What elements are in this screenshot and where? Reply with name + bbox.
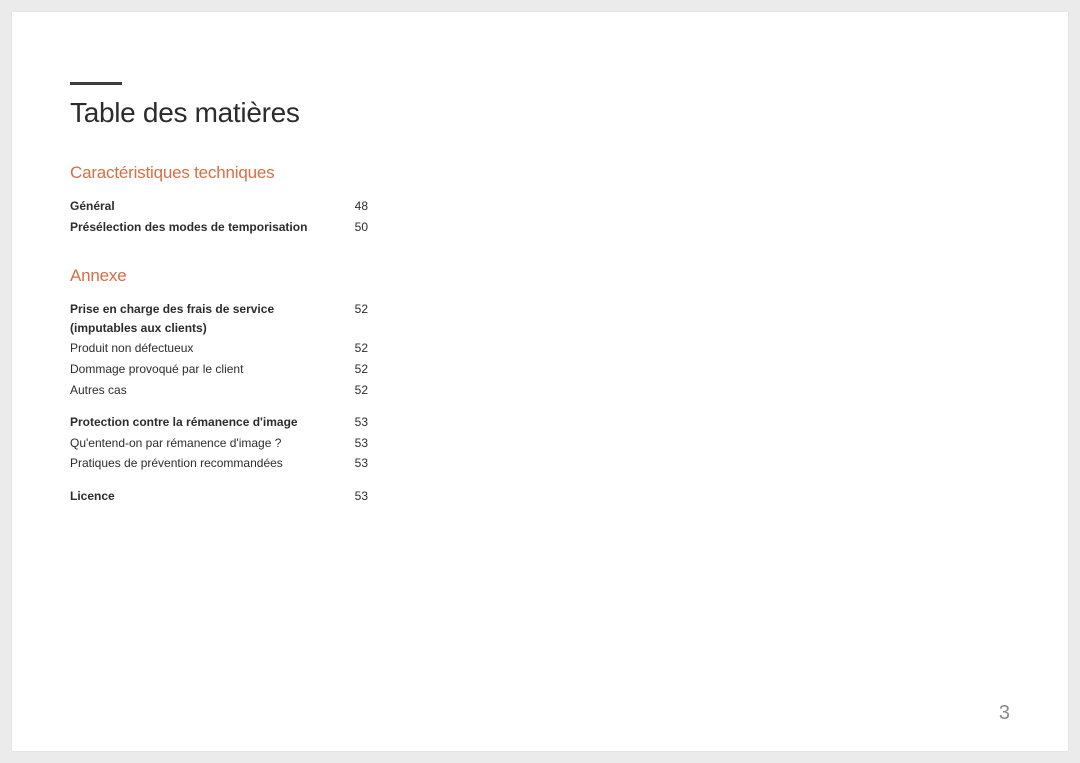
toc-entry[interactable]: Protection contre la rémanence d'image 5… xyxy=(70,411,368,432)
toc-entry[interactable]: Pratiques de prévention recommandées 53 xyxy=(70,452,368,473)
toc-section-heading: Annexe xyxy=(70,266,368,286)
toc-group: Protection contre la rémanence d'image 5… xyxy=(70,411,368,473)
toc-entry-page: 53 xyxy=(350,413,368,432)
toc-entry-label: Présélection des modes de temporisation xyxy=(70,218,350,237)
toc-entry-label: Qu'entend-on par rémanence d'image ? xyxy=(70,434,350,453)
toc-entry-label: Pratiques de prévention recommandées xyxy=(70,454,350,473)
toc-entry-page: 53 xyxy=(350,454,368,473)
toc-entry[interactable]: Général 48 xyxy=(70,195,368,216)
toc-entry-page: 48 xyxy=(350,197,368,216)
toc-entry-label: Prise en charge des frais de service (im… xyxy=(70,300,350,337)
toc-entry[interactable]: Présélection des modes de temporisation … xyxy=(70,216,368,237)
toc-entry-page: 50 xyxy=(350,218,368,237)
toc-entry-label: Général xyxy=(70,197,350,216)
toc-entry-page: 53 xyxy=(350,487,368,506)
toc-entry-page: 52 xyxy=(350,339,368,358)
toc-entry[interactable]: Licence 53 xyxy=(70,485,368,506)
toc-section-heading: Caractéristiques techniques xyxy=(70,163,368,183)
toc-entry[interactable]: Autres cas 52 xyxy=(70,379,368,400)
document-page: Table des matières Caractéristiques tech… xyxy=(12,12,1068,751)
toc-group: Licence 53 xyxy=(70,485,368,506)
toc-section: Caractéristiques techniques Général 48 P… xyxy=(70,163,368,236)
toc-section: Annexe Prise en charge des frais de serv… xyxy=(70,266,368,505)
toc-group: Prise en charge des frais de service (im… xyxy=(70,298,368,399)
toc-entry-label: Autres cas xyxy=(70,381,350,400)
toc-entry-label: Licence xyxy=(70,487,350,506)
toc-entry-page: 53 xyxy=(350,434,368,453)
toc-entry[interactable]: Dommage provoqué par le client 52 xyxy=(70,358,368,379)
toc-entry-page: 52 xyxy=(350,360,368,379)
title-rule xyxy=(70,82,122,85)
toc-group-gap xyxy=(70,473,368,485)
toc-entry[interactable]: Produit non défectueux 52 xyxy=(70,337,368,358)
page-number: 3 xyxy=(999,702,1010,725)
toc-entry-label: Protection contre la rémanence d'image xyxy=(70,413,350,432)
toc-entry-page: 52 xyxy=(350,381,368,400)
toc-entry-label: Dommage provoqué par le client xyxy=(70,360,350,379)
toc-content: Caractéristiques techniques Général 48 P… xyxy=(70,163,368,506)
toc-entry[interactable]: Qu'entend-on par rémanence d'image ? 53 xyxy=(70,432,368,453)
page-title: Table des matières xyxy=(70,97,1010,129)
toc-entry-page: 52 xyxy=(350,300,368,337)
toc-group-gap xyxy=(70,399,368,411)
toc-entry[interactable]: Prise en charge des frais de service (im… xyxy=(70,298,368,337)
toc-group: Général 48 Présélection des modes de tem… xyxy=(70,195,368,236)
toc-entry-label: Produit non défectueux xyxy=(70,339,350,358)
